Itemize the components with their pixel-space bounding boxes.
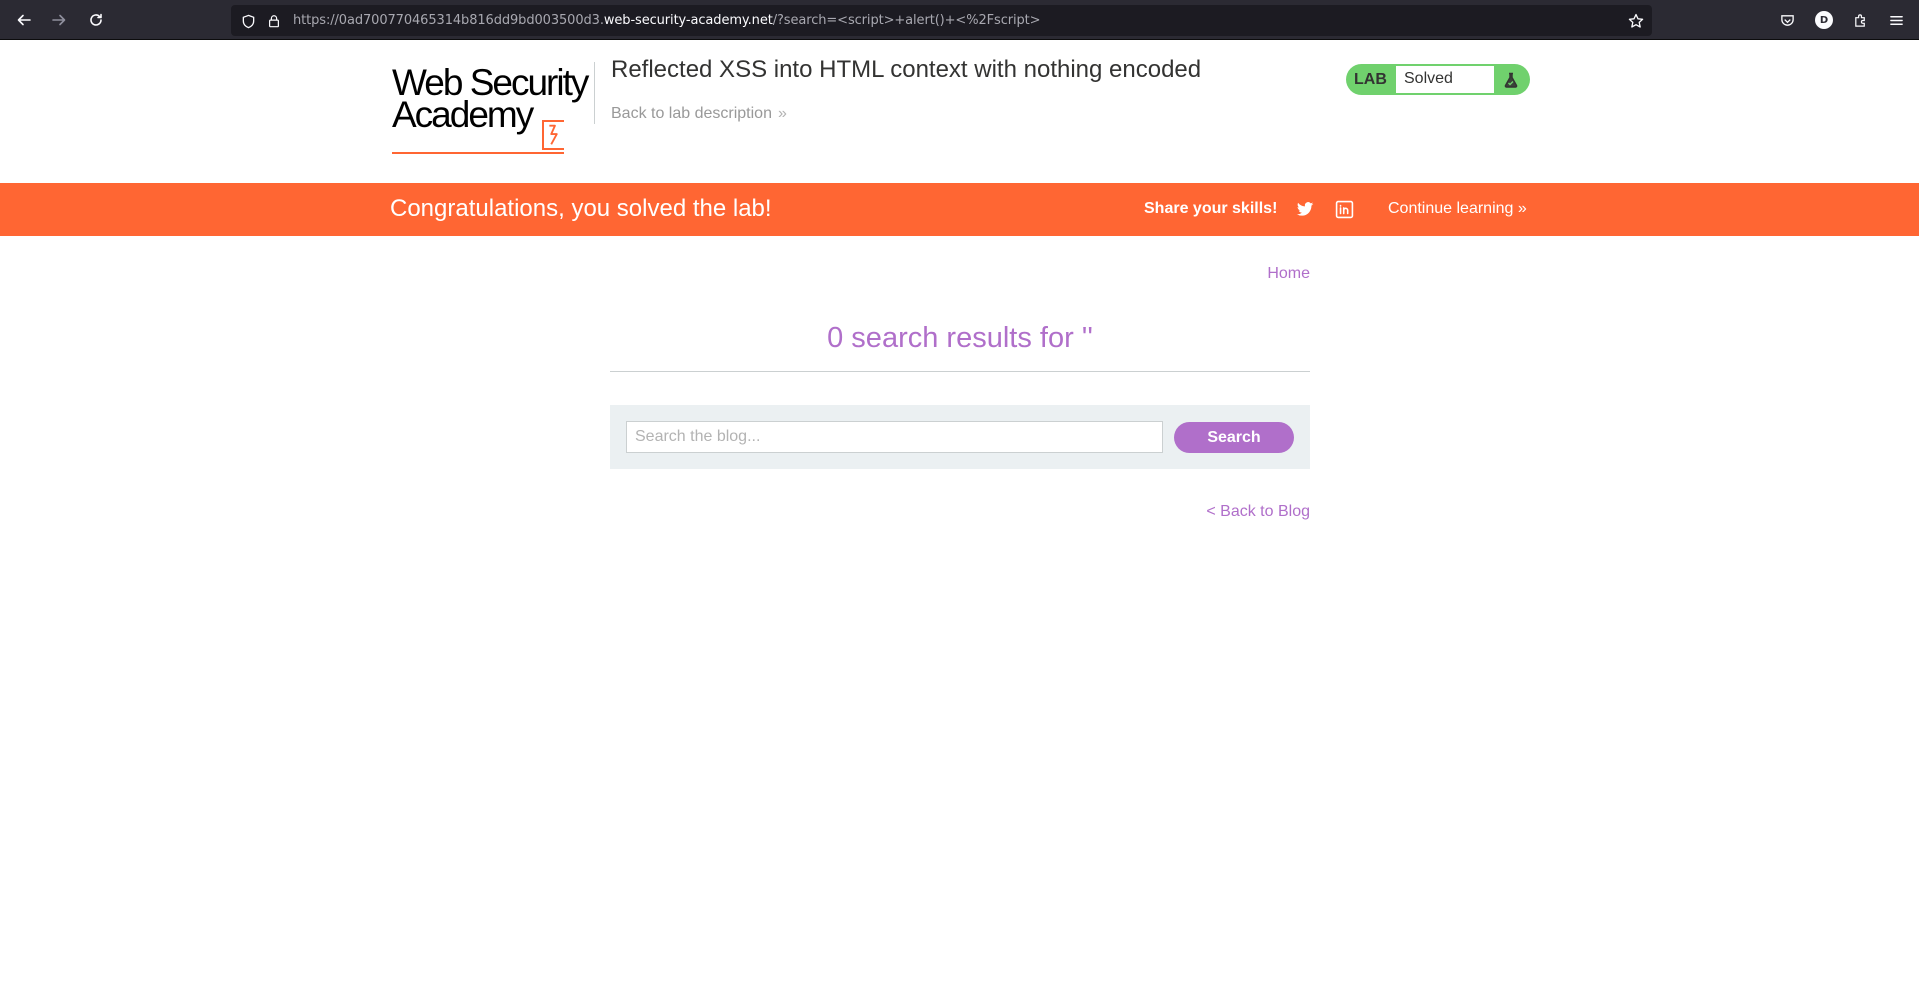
back-to-blog-link[interactable]: < Back to Blog [1206, 503, 1310, 521]
share-skills-label: Share your skills! [1144, 200, 1278, 217]
lab-title: Reflected XSS into HTML context with not… [611, 56, 1202, 83]
logo-mark-icon [542, 120, 564, 150]
flask-icon [1500, 69, 1522, 91]
search-form: Search [610, 405, 1310, 469]
search-input[interactable] [626, 421, 1163, 453]
status-label: LAB [1354, 71, 1387, 88]
search-results-heading: 0 search results for '' [827, 322, 1093, 354]
extensions-icon[interactable] [1849, 9, 1871, 31]
header-divider [594, 62, 595, 124]
address-bar[interactable]: https://0ad700770465314b816dd9bd003500d3… [231, 5, 1652, 36]
browser-toolbar: https://0ad700770465314b816dd9bd003500d3… [0, 0, 1919, 40]
continue-learning-link[interactable]: Continue learning » [1388, 200, 1527, 218]
lab-header: Web Security Academy Reflected XSS into … [0, 40, 1919, 183]
menu-icon[interactable] [1885, 9, 1907, 31]
heading-divider [610, 371, 1310, 372]
shield-icon[interactable] [239, 12, 257, 30]
twitter-icon[interactable] [1293, 197, 1317, 221]
logo-text-line2: Academy [392, 94, 534, 135]
home-link[interactable]: Home [1267, 265, 1310, 283]
pocket-icon[interactable] [1776, 9, 1798, 31]
solved-banner: Congratulations, you solved the lab! Sha… [0, 183, 1919, 236]
back-to-lab-description-link[interactable]: Back to lab description » [611, 105, 787, 123]
lock-icon[interactable] [265, 12, 283, 30]
web-security-academy-logo[interactable]: Web Security Academy [392, 62, 592, 154]
account-icon[interactable]: D [1813, 9, 1835, 31]
chevron-right-icon: » [1517, 200, 1527, 217]
avatar: D [1815, 11, 1833, 29]
reload-icon[interactable] [84, 8, 108, 32]
url-text[interactable]: https://0ad700770465314b816dd9bd003500d3… [293, 13, 1041, 28]
continue-learning-label: Continue learning [1388, 200, 1514, 217]
back-arrow-icon[interactable] [12, 8, 36, 32]
linkedin-icon[interactable] [1332, 197, 1356, 221]
congratulations-message: Congratulations, you solved the lab! [390, 195, 772, 222]
back-link-label: Back to lab description [611, 105, 772, 122]
star-icon[interactable] [1627, 12, 1645, 30]
logo-underline [392, 152, 564, 154]
forward-arrow-icon[interactable] [47, 8, 71, 32]
chevron-right-icon: » [777, 105, 787, 122]
status-value: Solved [1396, 66, 1494, 93]
search-button[interactable]: Search [1174, 422, 1294, 453]
lab-status-widget: LAB Solved [1346, 64, 1530, 95]
